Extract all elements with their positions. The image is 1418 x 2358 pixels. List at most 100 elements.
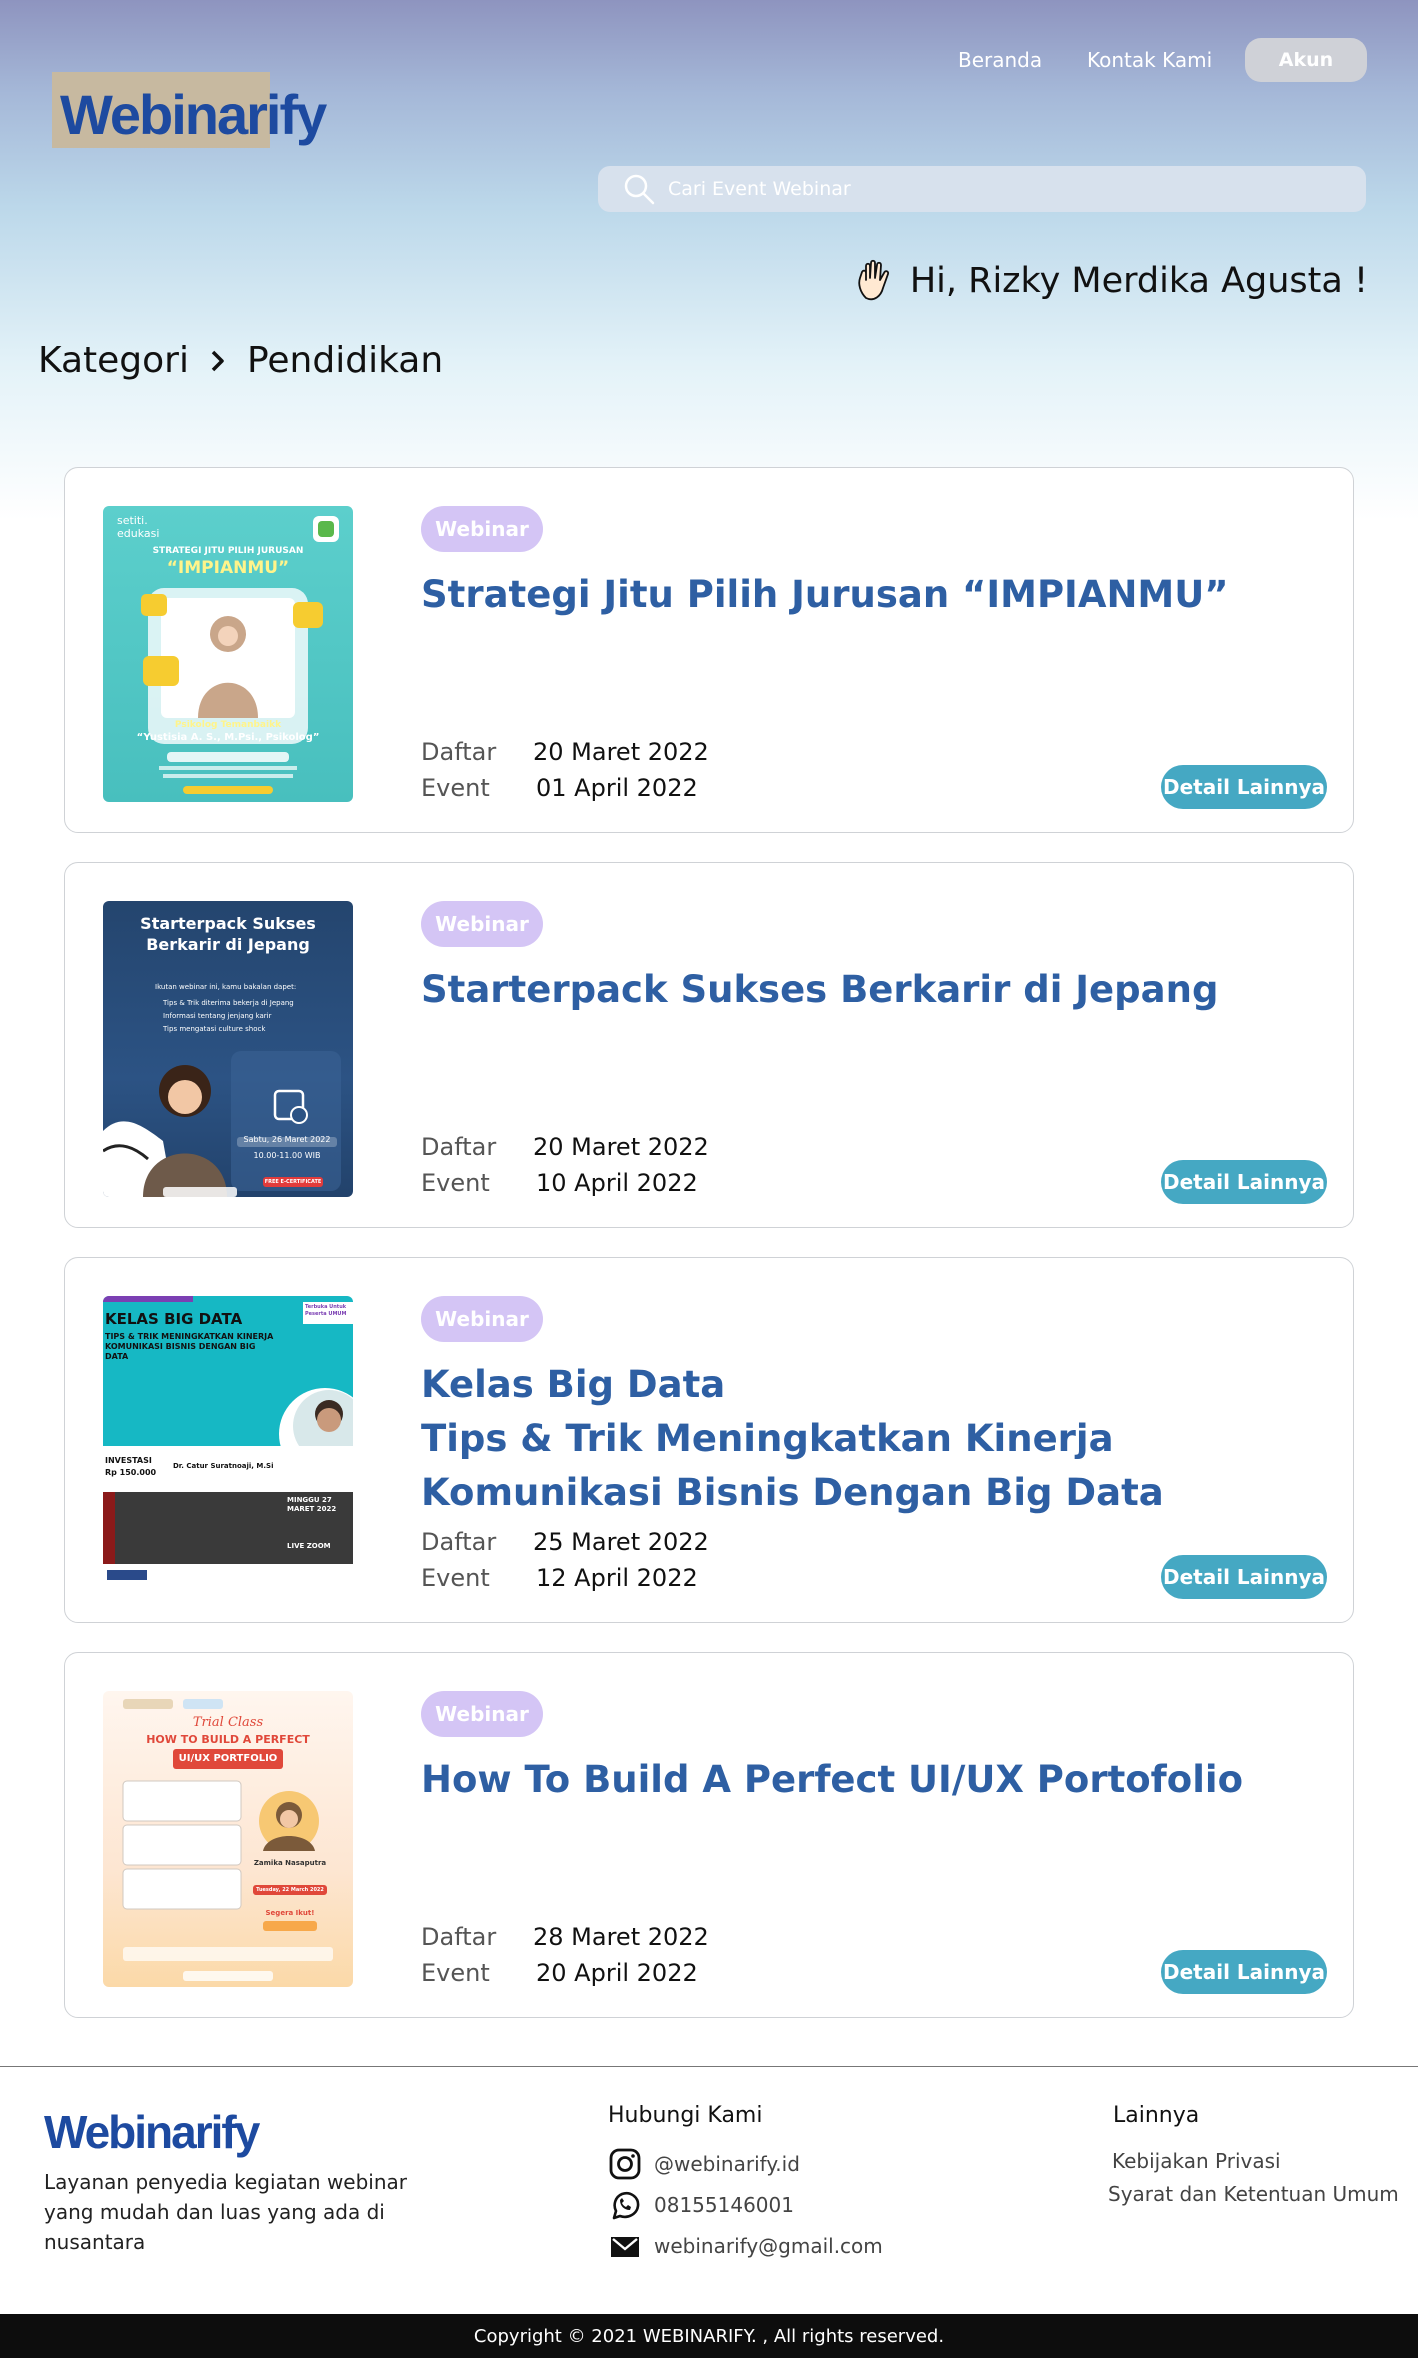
poster-points: Tips & Trik diterima bekerja di Jepang I… xyxy=(163,997,294,1036)
poster-point: Informasi tentang jenjang karir xyxy=(163,1012,272,1020)
greeting-text: Hi, Rizky Merdika Agusta ! xyxy=(909,261,1368,301)
detail-button[interactable]: Detail Lainnya xyxy=(1161,1555,1327,1599)
poster-brand: setiti. edukasi xyxy=(117,514,160,540)
event-poster[interactable]: Starterpack Sukses Berkarir di Jepang Ik… xyxy=(103,901,353,1197)
poster-heading: HOW TO BUILD A PERFECT xyxy=(146,1733,310,1746)
detail-button[interactable]: Detail Lainnya xyxy=(1161,765,1327,809)
event-date: 20 April 2022 xyxy=(536,1959,698,1987)
event-title-line: Tips & Trik Meningkatkan Kinerja xyxy=(421,1417,1114,1460)
poster-speaker: Zamika Nasaputra xyxy=(253,1859,327,1867)
search-bar[interactable] xyxy=(598,166,1366,212)
detail-button[interactable]: Detail Lainnya xyxy=(1161,1160,1327,1204)
event-card: Trial Class HOW TO BUILD A PERFECT UI/UX… xyxy=(64,1652,1354,2018)
breadcrumb: Kategori Pendidikan xyxy=(38,340,443,381)
event-date: 10 April 2022 xyxy=(536,1169,698,1197)
event-label: Event xyxy=(421,1564,490,1592)
footer-logo[interactable]: Webinarify xyxy=(44,2105,260,2159)
register-date: 28 Maret 2022 xyxy=(533,1923,709,1951)
poster-speaker: Dr. Catur Suratnoaji, M.Si xyxy=(173,1462,274,1470)
event-date: 01 April 2022 xyxy=(536,774,698,802)
event-title-line: Strategi Jitu Pilih Jurusan “IMPIANMU” xyxy=(421,573,1229,616)
poster-heading: Starterpack Sukses Berkarir di Jepang xyxy=(140,914,316,954)
poster-cert: FREE E-CERTIFICATE xyxy=(264,1179,322,1185)
register-label: Daftar xyxy=(421,1923,497,1951)
event-label: Event xyxy=(421,1959,490,1987)
poster-time: 10.00-11.00 WIB xyxy=(253,1151,321,1160)
mail-icon xyxy=(611,2237,639,2257)
poster-price-label: INVESTASI xyxy=(105,1456,152,1465)
email-link[interactable]: webinarify@gmail.com xyxy=(608,2229,883,2263)
event-card: setiti. edukasi STRATEGI JITU PILIH JURU… xyxy=(64,467,1354,833)
nav-home-link[interactable]: Beranda xyxy=(958,48,1042,72)
event-date-row: Event 01 April 2022 xyxy=(421,774,698,802)
event-type-badge: Webinar xyxy=(421,901,543,947)
register-date: 25 Maret 2022 xyxy=(533,1528,709,1556)
terms-link[interactable]: Syarat dan Ketentuan Umum xyxy=(1108,2182,1399,2206)
poster-date: MINGGU 27 MARET 2022 xyxy=(287,1496,337,1513)
event-title[interactable]: Kelas Big Data Tips & Trik Meningkatkan … xyxy=(421,1358,1281,1520)
poster-heading: STRATEGI JITU PILIH JURUSAN xyxy=(152,546,304,556)
poster-date: Tuesday, 22 March 2022 xyxy=(256,1887,324,1893)
poster-cta: Segera Ikut! xyxy=(265,1909,315,1917)
register-date: 20 Maret 2022 xyxy=(533,1133,709,1161)
event-title[interactable]: Strategi Jitu Pilih Jurusan “IMPIANMU” xyxy=(421,568,1281,622)
footer-description: Layanan penyedia kegiatan webinar yang m… xyxy=(44,2170,408,2254)
search-input[interactable] xyxy=(668,178,1348,200)
privacy-link[interactable]: Kebijakan Privasi xyxy=(1112,2149,1281,2173)
breadcrumb-current: Pendidikan xyxy=(246,340,444,381)
poster-heading: KELAS BIG DATA xyxy=(105,1310,243,1328)
nav-contact-link[interactable]: Kontak Kami xyxy=(1087,48,1212,72)
event-title-line: Starterpack Sukses Berkarir di Jepang xyxy=(421,968,1219,1011)
poster-tag: Terbuka Untuk Peserta UMUM xyxy=(305,1304,347,1317)
register-row: Daftar 20 Maret 2022 xyxy=(421,1133,709,1161)
instagram-handle: @webinarify.id xyxy=(654,2152,800,2176)
register-row: Daftar 28 Maret 2022 xyxy=(421,1923,709,1951)
event-type-badge: Webinar xyxy=(421,1296,543,1342)
event-date: 12 April 2022 xyxy=(536,1564,698,1592)
register-label: Daftar xyxy=(421,738,497,766)
poster-kicker: Trial Class xyxy=(192,1715,264,1730)
instagram-icon xyxy=(609,2148,641,2180)
whatsapp-icon xyxy=(612,2191,640,2220)
poster-date: Sabtu, 26 Maret 2022 xyxy=(243,1135,331,1144)
waving-hand-icon xyxy=(858,259,889,301)
event-title[interactable]: How To Build A Perfect UI/UX Portofolio xyxy=(421,1753,1281,1807)
whatsapp-link[interactable]: 08155146001 xyxy=(608,2188,794,2222)
instagram-link[interactable]: @webinarify.id xyxy=(608,2147,800,2181)
account-button[interactable]: Akun xyxy=(1245,38,1367,82)
poster-heading-box: UI/UX PORTFOLIO xyxy=(178,1753,278,1764)
event-date-row: Event 20 April 2022 xyxy=(421,1959,698,1987)
breadcrumb-parent[interactable]: Kategori xyxy=(38,340,189,381)
register-row: Daftar 20 Maret 2022 xyxy=(421,738,709,766)
poster-sub: TIPS & TRIK MENINGKATKAN KINERJA KOMUNIK… xyxy=(105,1332,274,1361)
poster-live: LIVE ZOOM xyxy=(287,1542,331,1550)
poster-point: Tips & Trik diterima bekerja di Jepang xyxy=(163,999,294,1007)
register-label: Daftar xyxy=(421,1528,497,1556)
brand-logo[interactable]: Webinarify xyxy=(60,82,327,147)
event-poster[interactable]: Trial Class HOW TO BUILD A PERFECT UI/UX… xyxy=(103,1691,353,1987)
poster-point: Tips mengatasi culture shock xyxy=(163,1025,266,1033)
event-title[interactable]: Starterpack Sukses Berkarir di Jepang xyxy=(421,963,1281,1017)
event-poster[interactable]: KELAS BIG DATA TIPS & TRIK MENINGKATKAN … xyxy=(103,1296,353,1592)
event-type-badge: Webinar xyxy=(421,1691,543,1737)
event-label: Event xyxy=(421,1169,490,1197)
event-title-line: Kelas Big Data xyxy=(421,1363,726,1406)
event-card: KELAS BIG DATA TIPS & TRIK MENINGKATKAN … xyxy=(64,1257,1354,1623)
register-label: Daftar xyxy=(421,1133,497,1161)
event-label: Event xyxy=(421,774,490,802)
copyright: Copyright © 2021 WEBINARIFY. , All right… xyxy=(0,2314,1418,2358)
register-row: Daftar 25 Maret 2022 xyxy=(421,1528,709,1556)
event-poster[interactable]: setiti. edukasi STRATEGI JITU PILIH JURU… xyxy=(103,506,353,802)
chevron-right-icon xyxy=(211,350,224,371)
event-title-line: Komunikasi Bisnis Dengan Big Data xyxy=(421,1471,1164,1514)
search-icon[interactable] xyxy=(622,172,656,206)
detail-button[interactable]: Detail Lainnya xyxy=(1161,1950,1327,1994)
email-address: webinarify@gmail.com xyxy=(654,2234,883,2258)
register-date: 20 Maret 2022 xyxy=(533,738,709,766)
whatsapp-number: 08155146001 xyxy=(654,2193,794,2217)
event-type-badge: Webinar xyxy=(421,506,543,552)
poster-heading-big: “IMPIANMU” xyxy=(166,558,290,578)
poster-intro: Ikutan webinar ini, kamu bakalan dapet: xyxy=(155,983,297,991)
poster-speaker: “Yustisia A. S., M.Psi., Psikolog” xyxy=(136,732,320,743)
other-heading: Lainnya xyxy=(1113,2103,1200,2128)
